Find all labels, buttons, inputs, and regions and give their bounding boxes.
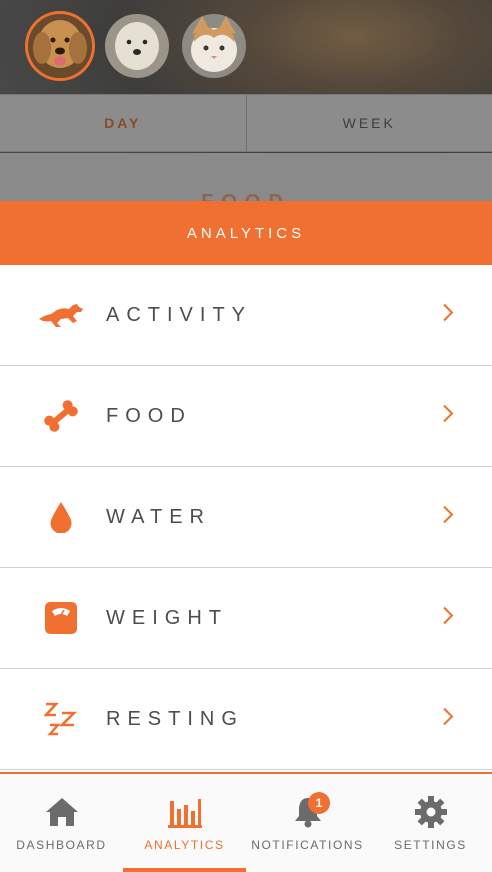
tab-week[interactable]: WEEK <box>245 95 492 151</box>
golden-retriever-photo <box>28 14 92 78</box>
list-item-resting[interactable]: RESTING <box>0 669 492 770</box>
chevron-right-icon <box>442 505 454 530</box>
background-section-label: FOOD <box>0 191 492 201</box>
zzz-icon <box>36 699 86 739</box>
list-item-label: WEIGHT <box>106 606 228 629</box>
tab-day[interactable]: DAY <box>0 95 246 151</box>
chevron-right-icon <box>442 303 454 328</box>
analytics-list: ACTIVITY FOOD WATER WEIGHT RESTING <box>0 265 492 770</box>
notification-badge: 1 <box>308 792 330 814</box>
tab-label: DASHBOARD <box>16 838 107 852</box>
running-dog-icon <box>36 295 86 335</box>
chevron-right-icon <box>442 606 454 631</box>
pet-avatar-golden-retriever[interactable] <box>28 14 92 78</box>
bottom-tab-bar: DASHBOARD ANALYTICS 1 NOTIFICATIONS SETT… <box>0 772 492 872</box>
analytics-header: ANALYTICS <box>0 201 492 265</box>
tab-notifications[interactable]: 1 NOTIFICATIONS <box>246 774 369 872</box>
bar-chart-icon <box>167 794 203 830</box>
list-item-label: FOOD <box>106 404 192 427</box>
background-section-header: FOOD <box>0 153 492 201</box>
bone-icon <box>36 396 86 436</box>
list-item-water[interactable]: WATER <box>0 467 492 568</box>
home-icon <box>44 794 80 830</box>
scale-icon <box>36 598 86 638</box>
tab-analytics[interactable]: ANALYTICS <box>123 774 246 872</box>
pet-selector <box>28 14 246 78</box>
water-drop-icon <box>36 497 86 537</box>
period-tabs: DAY WEEK <box>0 94 492 152</box>
list-item-label: WATER <box>106 505 211 528</box>
tabby-cat-photo <box>182 14 246 78</box>
chevron-right-icon <box>442 707 454 732</box>
pet-avatar-tabby-cat[interactable] <box>182 14 246 78</box>
chevron-right-icon <box>442 404 454 429</box>
tab-settings[interactable]: SETTINGS <box>369 774 492 872</box>
tab-label: NOTIFICATIONS <box>251 838 364 852</box>
list-item-weight[interactable]: WEIGHT <box>0 568 492 669</box>
list-item-food[interactable]: FOOD <box>0 366 492 467</box>
list-item-label: ACTIVITY <box>106 303 253 326</box>
pet-avatar-white-dog[interactable] <box>105 14 169 78</box>
tab-label: ANALYTICS <box>144 838 225 852</box>
white-dog-photo <box>105 14 169 78</box>
tab-label: SETTINGS <box>394 838 467 852</box>
analytics-title: ANALYTICS <box>186 224 306 242</box>
list-item-activity[interactable]: ACTIVITY <box>0 265 492 366</box>
tab-dashboard[interactable]: DASHBOARD <box>0 774 123 872</box>
list-item-label: RESTING <box>106 707 244 730</box>
gear-icon <box>413 794 449 830</box>
